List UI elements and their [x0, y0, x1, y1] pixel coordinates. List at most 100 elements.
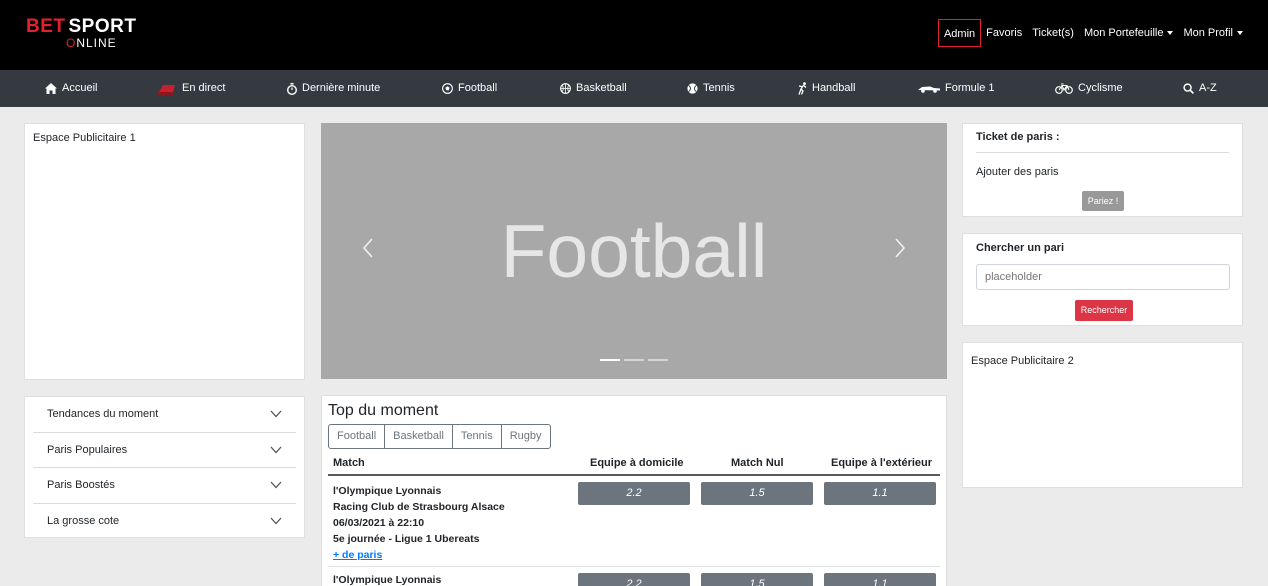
nav-label: Accueil — [62, 82, 98, 94]
search-button[interactable]: Rechercher — [1075, 300, 1133, 321]
odd-draw-button[interactable]: 1.5 — [701, 573, 813, 586]
accordion-item-populaires[interactable]: Paris Populaires — [33, 433, 296, 468]
tab-basketball[interactable]: Basketball — [384, 424, 453, 449]
carousel-indicator[interactable] — [600, 359, 620, 361]
basketball-icon — [560, 83, 571, 94]
nav-formule-1[interactable]: Formule 1 — [918, 70, 995, 107]
portefeuille-dropdown[interactable]: Mon Portefeuille — [1079, 19, 1179, 47]
accordion-label: Paris Boostés — [47, 479, 115, 492]
caret-down-icon — [1237, 31, 1243, 36]
table-row: l'Olympique Lyonnais Racing Club de Stra… — [328, 476, 940, 567]
carousel-indicators — [321, 359, 947, 361]
sports-carousel: Football — [321, 123, 947, 379]
header-away: Equipe à l'extérieur — [831, 457, 933, 469]
bet-ticket-panel: Ticket de paris : Ajouter des paris Pari… — [962, 123, 1243, 217]
chevron-down-icon — [270, 481, 282, 489]
profil-dropdown[interactable]: Mon Profil — [1178, 19, 1248, 47]
odd-home-button[interactable]: 2.2 — [578, 482, 690, 505]
sport-tabs: Football Basketball Tennis Rugby — [328, 424, 940, 449]
ticket-empty-text: Ajouter des paris — [976, 166, 1059, 178]
handball-player-icon — [798, 82, 807, 95]
nav-label: Cyclisme — [1078, 82, 1123, 94]
logo-bet: BET — [26, 16, 66, 37]
match-team-away: Racing Club de Strasbourg Alsace — [333, 501, 505, 513]
nav-tennis[interactable]: Tennis — [687, 70, 735, 107]
header-home: Equipe à domicile — [590, 457, 684, 469]
carousel-next-icon[interactable] — [894, 236, 906, 260]
accordion-label: La grosse cote — [47, 515, 120, 528]
caret-down-icon — [1167, 31, 1174, 36]
nav-label: Handball — [812, 82, 856, 94]
search-input[interactable] — [976, 264, 1230, 290]
nav-basketball[interactable]: Basketball — [560, 70, 627, 107]
brand-logo[interactable]: BET SPORT ONLINE — [26, 16, 136, 52]
top-nav: Admin Favoris Ticket(s) Mon Portefeuille… — [937, 19, 1248, 47]
chevron-down-icon — [270, 446, 282, 454]
nav-football[interactable]: Football — [442, 70, 497, 107]
nav-label: Football — [458, 82, 498, 94]
search-bet-panel: Chercher un pari Rechercher — [962, 233, 1243, 326]
ticket-title: Ticket de paris : — [976, 124, 1229, 153]
odd-away-button[interactable]: 1.1 — [824, 482, 936, 505]
tab-football[interactable]: Football — [328, 424, 386, 449]
odd-home-button[interactable]: 2.2 — [578, 573, 690, 586]
search-title: Chercher un pari — [976, 242, 1065, 254]
accordion-label: Paris Populaires — [47, 443, 128, 456]
carousel-indicator[interactable] — [648, 359, 668, 361]
header-match: Match — [333, 457, 365, 469]
favoris-link[interactable]: Favoris — [981, 19, 1027, 47]
nav-a-z[interactable]: A-Z — [1183, 70, 1217, 107]
logo-sport: SPORT — [68, 16, 137, 37]
match-info: l'Olympique Lyonnais Racing Club de Stra… — [333, 483, 505, 563]
nav-label: Formule 1 — [945, 82, 995, 94]
match-team-home: l'Olympique Lyonnais — [333, 574, 442, 586]
logo-online-o: O — [66, 36, 77, 50]
home-icon — [45, 83, 57, 94]
f1-car-icon — [918, 86, 940, 93]
carousel-prev-icon[interactable] — [362, 236, 374, 260]
tennis-ball-icon — [687, 83, 698, 94]
matches-table-header: Match Equipe à domicile Match Nul Equipe… — [328, 450, 940, 476]
search-icon — [1183, 83, 1194, 94]
top-moment-panel: Top du moment Football Basketball Tennis… — [321, 395, 947, 586]
profil-label: Mon Profil — [1183, 27, 1233, 39]
nav-accueil[interactable]: Accueil — [45, 70, 97, 107]
ad-space-2-title: Espace Publicitaire 2 — [971, 355, 1074, 367]
nav-derniere-minute[interactable]: Dernière minute — [287, 70, 380, 107]
portefeuille-label: Mon Portefeuille — [1083, 27, 1164, 39]
stopwatch-icon — [287, 82, 297, 95]
chevron-down-icon — [270, 410, 282, 418]
accordion-item-grosse-cote[interactable]: La grosse cote — [33, 504, 296, 540]
more-bets-link[interactable]: + de paris — [333, 547, 505, 563]
accordion-item-boostes[interactable]: Paris Boostés — [33, 468, 296, 504]
nav-label: Dernière minute — [302, 82, 381, 94]
top-header: BET SPORT ONLINE Admin Favoris Ticket(s) … — [0, 0, 1268, 70]
admin-link[interactable]: Admin — [937, 19, 982, 47]
table-row: l'Olympique Lyonnais 2.2 1.5 1.1 — [328, 567, 940, 586]
nav-label: A-Z — [1199, 82, 1217, 94]
betting-accordion: Tendances du moment Paris Populaires Par… — [24, 396, 305, 538]
match-date: 06/03/2021 à 22:10 — [333, 517, 425, 529]
nav-label: Basketball — [576, 82, 627, 94]
tab-tennis[interactable]: Tennis — [451, 424, 502, 449]
ad-space-2: Espace Publicitaire 2 — [962, 342, 1243, 488]
odd-away-button[interactable]: 1.1 — [824, 573, 936, 586]
sports-nav: Accueil En direct Dernière minute Footba… — [0, 70, 1268, 107]
nav-en-direct[interactable]: En direct — [157, 70, 225, 107]
accordion-label: Tendances du moment — [47, 408, 159, 421]
tickets-link[interactable]: Ticket(s) — [1027, 19, 1079, 47]
nav-handball[interactable]: Handball — [797, 70, 855, 107]
carousel-indicator[interactable] — [624, 359, 644, 361]
place-bet-button[interactable]: Pariez ! — [1082, 191, 1124, 211]
nav-label: En direct — [182, 82, 226, 94]
soccer-ball-icon — [442, 83, 453, 94]
header-draw: Match Nul — [731, 457, 784, 469]
accordion-item-tendances[interactable]: Tendances du moment — [33, 397, 296, 433]
logo-online-rest: NLINE — [76, 36, 117, 50]
tab-rugby[interactable]: Rugby — [500, 424, 551, 449]
top-moment-title: Top du moment — [328, 402, 439, 419]
nav-cyclisme[interactable]: Cyclisme — [1055, 70, 1123, 107]
match-team-home: l'Olympique Lyonnais — [333, 485, 442, 497]
carousel-slide-text: Football — [500, 209, 768, 293]
odd-draw-button[interactable]: 1.5 — [701, 482, 813, 505]
